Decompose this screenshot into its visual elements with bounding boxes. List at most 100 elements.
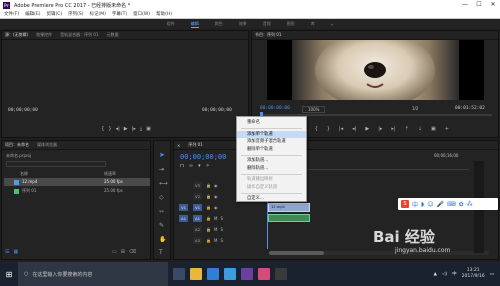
ime-indicator[interactable]: 中 — [452, 271, 457, 277]
tab-source[interactable]: 源：(无剪辑) — [5, 32, 28, 38]
eye-icon[interactable]: ◉ — [214, 183, 218, 188]
menu-window[interactable]: 窗口(W) — [133, 11, 150, 17]
razor-tool-icon[interactable]: ◇ — [159, 194, 164, 201]
project-search-input[interactable] — [6, 161, 106, 167]
step-back-icon[interactable]: ◂| — [352, 126, 356, 132]
file-explorer-icon[interactable] — [190, 268, 202, 280]
workspace-more-icon[interactable]: » — [331, 22, 333, 27]
tab-sequence[interactable]: 序列 01 — [188, 142, 202, 148]
mute-button[interactable]: M — [214, 216, 217, 221]
workspace-tab[interactable]: 图形 — [287, 21, 295, 27]
skin-icon[interactable]: ✿ — [459, 201, 464, 208]
workspace-tab[interactable]: 颜色 — [215, 21, 223, 27]
start-button[interactable]: ⊞ — [0, 262, 18, 286]
link-icon[interactable]: ∞ — [189, 163, 193, 169]
add-marker-icon[interactable]: ▾ — [198, 163, 201, 169]
lock-icon[interactable]: 🔒 — [206, 216, 211, 221]
trash-icon[interactable]: ⌫ — [129, 249, 136, 255]
ripple-edit-tool-icon[interactable]: ⟷ — [159, 180, 168, 187]
keyboard-icon[interactable]: ⌨ — [447, 201, 456, 208]
lock-icon[interactable]: 🔒 — [206, 194, 211, 199]
notification-icon[interactable]: ▭ — [490, 272, 494, 277]
mark-out-icon[interactable]: } — [108, 126, 111, 132]
context-menu-item[interactable]: 删除轨道... — [237, 165, 306, 173]
video-clip[interactable]: 12.mp4 — [268, 203, 310, 212]
menu-edit[interactable]: 编辑(E) — [25, 11, 40, 17]
context-menu-item[interactable]: 添加轨道... — [237, 157, 306, 165]
workspace-tab-active[interactable]: 编辑 — [190, 21, 199, 28]
tab-effect-controls[interactable]: 效果控件 — [36, 32, 52, 38]
context-menu-item[interactable]: 自定义... — [237, 195, 306, 203]
camera-icon[interactable]: ▣ — [146, 126, 151, 132]
minimize-button[interactable]: — — [458, 0, 472, 10]
track-label[interactable]: V1 — [193, 204, 202, 211]
hand-tool-icon[interactable]: ✋ — [159, 236, 166, 243]
zoom-select[interactable]: 100% — [302, 106, 326, 113]
tab-media-browser[interactable]: 媒体浏览器 — [37, 142, 57, 148]
snap-icon[interactable]: ⊓ — [180, 163, 184, 169]
mute-button[interactable]: M — [214, 238, 217, 243]
extract-icon[interactable]: ⇣ — [418, 126, 422, 132]
mark-out-icon[interactable]: } — [327, 126, 330, 132]
track-header-a3[interactable]: A3 🔒 M S — [179, 236, 223, 245]
track-header-v1[interactable]: V1 V1 🔒 ◉ — [179, 203, 217, 212]
punctuation-icon[interactable]: ◗ — [421, 201, 424, 208]
chinese-mode-icon[interactable]: 中 — [412, 200, 418, 209]
emoji-icon[interactable]: ☺ — [427, 201, 433, 208]
pen-tool-icon[interactable]: ✎ — [159, 222, 164, 229]
mute-button[interactable]: M — [214, 227, 217, 232]
lock-icon[interactable]: 🔒 — [206, 227, 211, 232]
lift-icon[interactable]: ⇡ — [405, 126, 409, 132]
camera-icon[interactable]: ▣ — [431, 126, 436, 132]
tools-icon[interactable]: ⁂ — [467, 201, 473, 208]
menu-title[interactable]: 字幕(T) — [112, 11, 127, 17]
menu-sequence[interactable]: 序列(S) — [68, 11, 83, 17]
tab-program[interactable]: 节目：序列 01 — [255, 32, 281, 38]
new-bin-icon[interactable]: ▭ — [112, 249, 117, 255]
program-current-timecode[interactable]: 00:00:00:00 — [260, 106, 290, 111]
track-label[interactable]: A1 — [193, 215, 202, 222]
solo-button[interactable]: S — [220, 238, 223, 243]
source-patch-v1[interactable]: V1 — [179, 204, 188, 211]
volume-icon[interactable]: ◁) — [442, 272, 447, 277]
menu-marker[interactable]: 标记(M) — [90, 11, 106, 17]
step-forward-icon[interactable]: |▸ — [132, 126, 136, 132]
timeline-close-icon[interactable]: × — [177, 143, 180, 148]
tab-metadata[interactable]: 元数据 — [107, 32, 119, 38]
track-select-tool-icon[interactable]: ⇥ — [159, 166, 164, 173]
edge-browser-icon[interactable] — [207, 268, 219, 280]
project-item-row[interactable]: 12.mp4 25.00 fps — [4, 178, 150, 186]
app-icon[interactable] — [258, 268, 270, 280]
step-back-icon[interactable]: ◂| — [116, 126, 120, 132]
app-icon[interactable] — [224, 268, 236, 280]
menu-help[interactable]: 帮助(H) — [156, 11, 172, 17]
close-button[interactable]: ✕ — [486, 0, 500, 10]
mark-in-icon[interactable]: { — [101, 126, 104, 132]
lock-icon[interactable]: 🔒 — [206, 205, 211, 210]
workspace-tab[interactable]: 库 — [311, 21, 315, 27]
add-button-icon[interactable]: + — [445, 126, 449, 132]
menu-file[interactable]: 文件(F) — [4, 11, 19, 17]
mark-in-icon[interactable]: { — [315, 126, 318, 132]
menu-clip[interactable]: 剪辑(C) — [46, 11, 62, 17]
track-header-v3[interactable]: V3 🔒 ◉ — [179, 181, 217, 190]
column-frame-rate[interactable]: 帧速率 — [104, 171, 116, 177]
play-icon[interactable]: ▶ — [124, 126, 128, 132]
track-label[interactable]: A3 — [193, 237, 202, 244]
lock-icon[interactable]: 🔒 — [206, 238, 211, 243]
new-item-icon[interactable]: ⊞ — [121, 249, 125, 255]
list-view-icon[interactable]: ☰ — [5, 249, 9, 255]
play-icon[interactable]: ▶ — [365, 126, 369, 132]
scrollbar-thumb[interactable] — [269, 251, 324, 255]
slip-tool-icon[interactable]: ⇿ — [159, 208, 164, 215]
go-to-out-icon[interactable]: ▸| — [391, 126, 395, 132]
resolution-select[interactable]: 1/2 — [412, 106, 418, 111]
tab-project[interactable]: 项目：未命名 — [5, 142, 29, 148]
solo-button[interactable]: S — [220, 227, 223, 232]
sogou-logo-icon[interactable]: S — [401, 200, 409, 208]
eye-icon[interactable]: ◉ — [214, 205, 218, 210]
source-patch-a1[interactable]: A1 — [179, 215, 188, 222]
track-label[interactable]: V3 — [193, 182, 202, 189]
track-label[interactable]: V2 — [193, 193, 202, 200]
context-menu-item[interactable]: 删除单个轨道 — [237, 146, 306, 154]
